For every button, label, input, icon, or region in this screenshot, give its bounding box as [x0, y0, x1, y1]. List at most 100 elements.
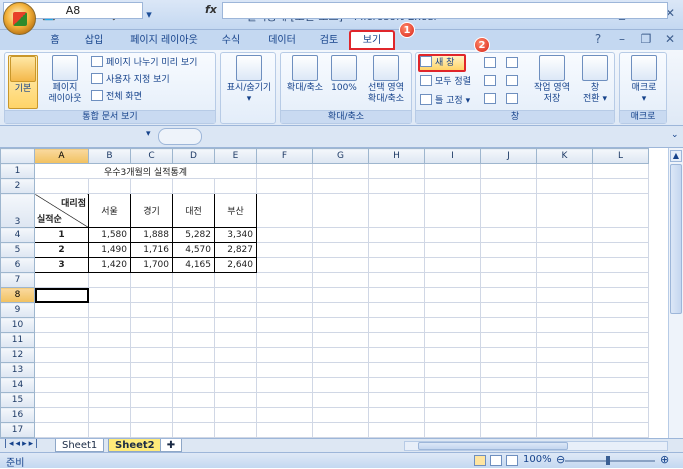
name-box-dropdown-icon[interactable]: ▾ [146, 129, 151, 139]
freeze-panes-button[interactable]: 틀 고정 ▾ [420, 94, 470, 108]
show-hide-button[interactable]: 표시/숨기기 ▾ [223, 55, 275, 105]
tab-formulas[interactable]: 수식 [214, 32, 248, 50]
cell[interactable] [256, 242, 313, 258]
cell[interactable] [424, 163, 481, 179]
column-header[interactable]: F [256, 148, 313, 164]
worksheet-grid[interactable]: A B C D E F G H I J K L 1 우수3개월의 실적통계 2 … [0, 148, 683, 438]
zoom-slider-thumb[interactable] [606, 456, 610, 465]
region-header[interactable]: 서울 [88, 193, 131, 228]
column-header[interactable]: D [172, 148, 215, 164]
zoom-slider[interactable] [565, 460, 655, 462]
cell[interactable] [88, 287, 131, 303]
corner-diagonal-cell[interactable]: 대리점 실적순 [34, 193, 89, 228]
row-header[interactable]: 12 [0, 347, 35, 363]
sheet-tab-sheet2[interactable]: Sheet2 [108, 439, 162, 452]
cell[interactable] [312, 287, 369, 303]
column-header[interactable]: E [214, 148, 257, 164]
sheet-tab-sheet1[interactable]: Sheet1 [55, 439, 105, 452]
cell[interactable] [592, 163, 649, 179]
cell[interactable] [130, 287, 173, 303]
cell[interactable] [214, 178, 257, 194]
horizontal-scroll-thumb[interactable] [418, 442, 568, 450]
row-header[interactable]: 13 [0, 362, 35, 378]
cell[interactable] [592, 272, 649, 288]
formula-input[interactable] [222, 2, 668, 19]
cell[interactable] [424, 257, 481, 273]
macros-button[interactable]: 매크로 ▾ [623, 55, 665, 105]
cell[interactable] [480, 227, 537, 243]
cell[interactable] [312, 163, 369, 179]
save-workspace-button[interactable]: 작업 영역 저장 [530, 55, 574, 105]
sync-scroll-button[interactable] [506, 75, 521, 89]
cell[interactable] [256, 193, 313, 228]
row-header[interactable]: 3 [0, 193, 35, 228]
tab-insert[interactable]: 삽입 [76, 32, 112, 50]
expand-formula-icon[interactable]: ⌄ [671, 130, 679, 140]
column-header[interactable]: C [130, 148, 173, 164]
cell-table[interactable]: A B C D E F G H I J K L 1 우수3개월의 실적통계 2 … [0, 148, 649, 438]
cell[interactable] [312, 272, 369, 288]
normal-view-button[interactable]: 기본 [8, 55, 38, 109]
cell[interactable] [172, 272, 215, 288]
workbook-close-icon[interactable]: ✕ [661, 32, 679, 46]
data-cell[interactable]: 5,282 [172, 227, 215, 243]
cell[interactable] [256, 227, 313, 243]
column-header[interactable]: A [34, 148, 89, 164]
cell[interactable] [214, 272, 257, 288]
cell[interactable] [256, 163, 313, 179]
cell[interactable] [368, 242, 425, 258]
cell[interactable] [312, 257, 369, 273]
row-header[interactable]: 4 [0, 227, 35, 243]
row-header[interactable]: 17 [0, 422, 35, 438]
hide-button[interactable] [484, 75, 499, 89]
cell[interactable] [536, 242, 593, 258]
cell[interactable] [536, 257, 593, 273]
scroll-up-icon[interactable]: ▲ [670, 150, 682, 162]
cell[interactable] [536, 163, 593, 179]
cell[interactable] [256, 272, 313, 288]
page-break-preview-button[interactable]: 페이지 나누기 미리 보기 [91, 56, 197, 70]
region-header[interactable]: 경기 [130, 193, 173, 228]
help-icon[interactable]: ? [589, 32, 607, 46]
cell[interactable] [130, 178, 173, 194]
cell[interactable] [536, 272, 593, 288]
cell[interactable] [536, 287, 593, 303]
zoom-selection-button[interactable]: 선택 영역 확대/축소 [361, 55, 411, 105]
cell[interactable] [368, 178, 425, 194]
zoom-button[interactable]: 확대/축소 [283, 55, 327, 94]
select-all-corner[interactable] [0, 148, 35, 164]
column-header[interactable]: G [312, 148, 369, 164]
page-layout-view-button[interactable]: 페이지 레이아웃 [43, 55, 87, 105]
data-cell[interactable]: 3,340 [214, 227, 257, 243]
page-layout-status-icon[interactable] [490, 455, 502, 466]
data-cell[interactable]: 4,570 [172, 242, 215, 258]
reset-window-button[interactable] [506, 93, 521, 107]
row-header[interactable]: 5 [0, 242, 35, 258]
data-cell[interactable]: 1,716 [130, 242, 173, 258]
cell[interactable] [592, 257, 649, 273]
switch-windows-button[interactable]: 창 전환 ▾ [576, 55, 614, 105]
unhide-button[interactable] [484, 93, 499, 107]
tab-data[interactable]: 데이터 [260, 32, 304, 50]
cell[interactable] [480, 242, 537, 258]
data-cell[interactable]: 4,165 [172, 257, 215, 273]
cell[interactable] [480, 272, 537, 288]
cell[interactable] [172, 178, 215, 194]
workbook-minimize-icon[interactable]: – [613, 32, 631, 46]
arrange-all-button[interactable]: 모두 정렬 [420, 75, 471, 89]
cell[interactable] [480, 257, 537, 273]
row-header[interactable]: 10 [0, 317, 35, 333]
rank-cell[interactable]: 1 [34, 227, 89, 243]
cell[interactable] [130, 272, 173, 288]
region-header[interactable]: 대전 [172, 193, 215, 228]
zoom-level[interactable]: 100% [523, 454, 552, 465]
cell[interactable] [480, 193, 537, 228]
cell[interactable] [592, 227, 649, 243]
active-cell[interactable] [34, 287, 89, 303]
cell[interactable] [592, 242, 649, 258]
cell[interactable] [34, 178, 89, 194]
cell[interactable] [256, 257, 313, 273]
cell[interactable] [256, 287, 313, 303]
view-side-by-side-button[interactable] [506, 57, 521, 71]
cell[interactable] [172, 287, 215, 303]
